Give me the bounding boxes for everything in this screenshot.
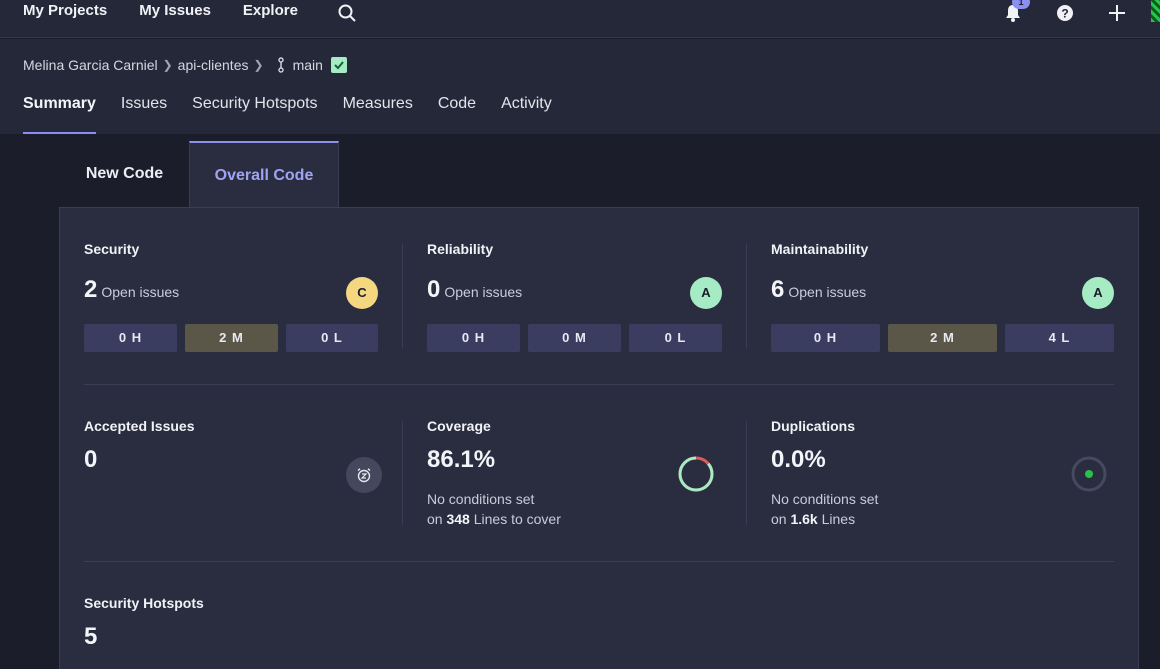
tab-issues[interactable]: Issues xyxy=(121,95,167,134)
duplications-lines-line: on 1.6k Lines xyxy=(771,509,878,529)
breadcrumb-branch[interactable]: main xyxy=(293,57,323,73)
reliability-open-label: Open issues xyxy=(444,284,523,300)
reliability-high-pill[interactable]: 0 H xyxy=(427,324,520,352)
reliability-issues[interactable]: 0 Open issues xyxy=(427,276,522,304)
security-medium-pill[interactable]: 2 M xyxy=(185,324,278,352)
tab-code[interactable]: Code xyxy=(438,95,476,134)
tab-activity[interactable]: Activity xyxy=(501,95,552,134)
breadcrumb-owner[interactable]: Melina Garcia Carniel xyxy=(23,57,158,73)
tab-security-hotspots[interactable]: Security Hotspots xyxy=(192,95,317,134)
maintainability-medium-pill[interactable]: 2 M xyxy=(888,324,997,352)
reliability-count: 0 xyxy=(427,276,441,303)
coverage-details: No conditions set on 348 Lines to cover xyxy=(427,489,561,529)
nav-my-projects[interactable]: My Projects xyxy=(23,2,107,19)
divider xyxy=(746,244,747,348)
search-icon[interactable] xyxy=(337,3,357,23)
divider xyxy=(84,561,1114,562)
maintainability-title: Maintainability xyxy=(771,241,869,257)
security-count: 2 xyxy=(84,276,98,303)
avatar[interactable] xyxy=(1151,0,1160,22)
maintainability-low-pill[interactable]: 4 L xyxy=(1005,324,1114,352)
reliability-low-pill[interactable]: 0 L xyxy=(629,324,722,352)
coverage-on-label: on xyxy=(427,511,443,527)
maintainability-grade-badge[interactable]: A xyxy=(1082,277,1114,309)
overall-code-panel: Security 2 Open issues C 0 H 2 M 0 L Reli… xyxy=(59,207,1139,669)
tab-new-code[interactable]: New Code xyxy=(60,141,189,208)
coverage-lines-line: on 348 Lines to cover xyxy=(427,509,561,529)
maintainability-issues[interactable]: 6 Open issues xyxy=(771,276,866,304)
accepted-issues-title: Accepted Issues xyxy=(84,418,195,434)
chevron-right-icon: ❯ xyxy=(162,58,173,72)
coverage-title: Coverage xyxy=(427,418,491,434)
nav-my-issues[interactable]: My Issues xyxy=(139,2,211,19)
coverage-note: No conditions set xyxy=(427,491,535,507)
security-high-pill[interactable]: 0 H xyxy=(84,324,177,352)
help-icon[interactable]: ? xyxy=(1055,3,1075,23)
maintainability-count: 6 xyxy=(771,276,785,303)
duplications-indicator-icon[interactable] xyxy=(1070,455,1108,493)
breadcrumb-project[interactable]: api-clientes xyxy=(178,57,249,73)
maintainability-high-pill[interactable]: 0 H xyxy=(771,324,880,352)
breadcrumb: Melina Garcia Carniel ❯ api-clientes ❯ m… xyxy=(23,57,347,73)
security-hotspots-title: Security Hotspots xyxy=(84,595,204,611)
svg-text:?: ? xyxy=(1061,7,1068,21)
duplications-note: No conditions set xyxy=(771,491,879,507)
divider xyxy=(746,421,747,525)
coverage-value[interactable]: 86.1% xyxy=(427,446,495,474)
divider xyxy=(402,421,403,525)
duplications-on-label: on xyxy=(771,511,787,527)
duplications-lines: 1.6k xyxy=(790,511,818,527)
coverage-lines-label: Lines to cover xyxy=(473,511,561,527)
reliability-medium-pill[interactable]: 0 M xyxy=(528,324,621,352)
duplications-value[interactable]: 0.0% xyxy=(771,446,826,474)
accepted-issues-value[interactable]: 0 xyxy=(84,446,97,474)
coverage-donut-chart[interactable] xyxy=(677,455,715,493)
security-title: Security xyxy=(84,241,140,257)
security-open-label: Open issues xyxy=(101,284,180,300)
divider xyxy=(84,384,1114,385)
top-bar: My Projects My Issues Explore 1 ? xyxy=(0,0,1160,38)
project-header: Melina Garcia Carniel ❯ api-clientes ❯ m… xyxy=(0,39,1160,134)
security-grade-badge[interactable]: C xyxy=(346,277,378,309)
quality-gate-check-icon xyxy=(330,57,347,73)
nav-explore[interactable]: Explore xyxy=(243,2,298,19)
duplications-lines-label: Lines xyxy=(821,511,856,527)
divider xyxy=(402,244,403,348)
plus-icon[interactable] xyxy=(1107,3,1127,23)
maintainability-open-label: Open issues xyxy=(788,284,867,300)
security-issues[interactable]: 2 Open issues xyxy=(84,276,179,304)
alarm-clock-icon[interactable] xyxy=(346,457,382,493)
tab-measures[interactable]: Measures xyxy=(343,95,413,134)
branch-icon xyxy=(277,57,284,73)
project-tabs: Summary Issues Security Hotspots Measure… xyxy=(23,95,552,134)
duplications-title: Duplications xyxy=(771,418,856,434)
coverage-lines: 348 xyxy=(446,511,470,527)
top-nav: My Projects My Issues Explore xyxy=(23,2,298,19)
security-hotspots-value[interactable]: 5 xyxy=(84,623,97,651)
reliability-grade-badge[interactable]: A xyxy=(690,277,722,309)
security-low-pill[interactable]: 0 L xyxy=(286,324,378,352)
notification-badge: 1 xyxy=(1012,0,1030,9)
tab-overall-code[interactable]: Overall Code xyxy=(189,141,339,208)
reliability-title: Reliability xyxy=(427,241,494,257)
chevron-right-icon: ❯ xyxy=(253,58,264,72)
tab-summary[interactable]: Summary xyxy=(23,95,96,134)
duplications-details: No conditions set on 1.6k Lines xyxy=(771,489,878,529)
